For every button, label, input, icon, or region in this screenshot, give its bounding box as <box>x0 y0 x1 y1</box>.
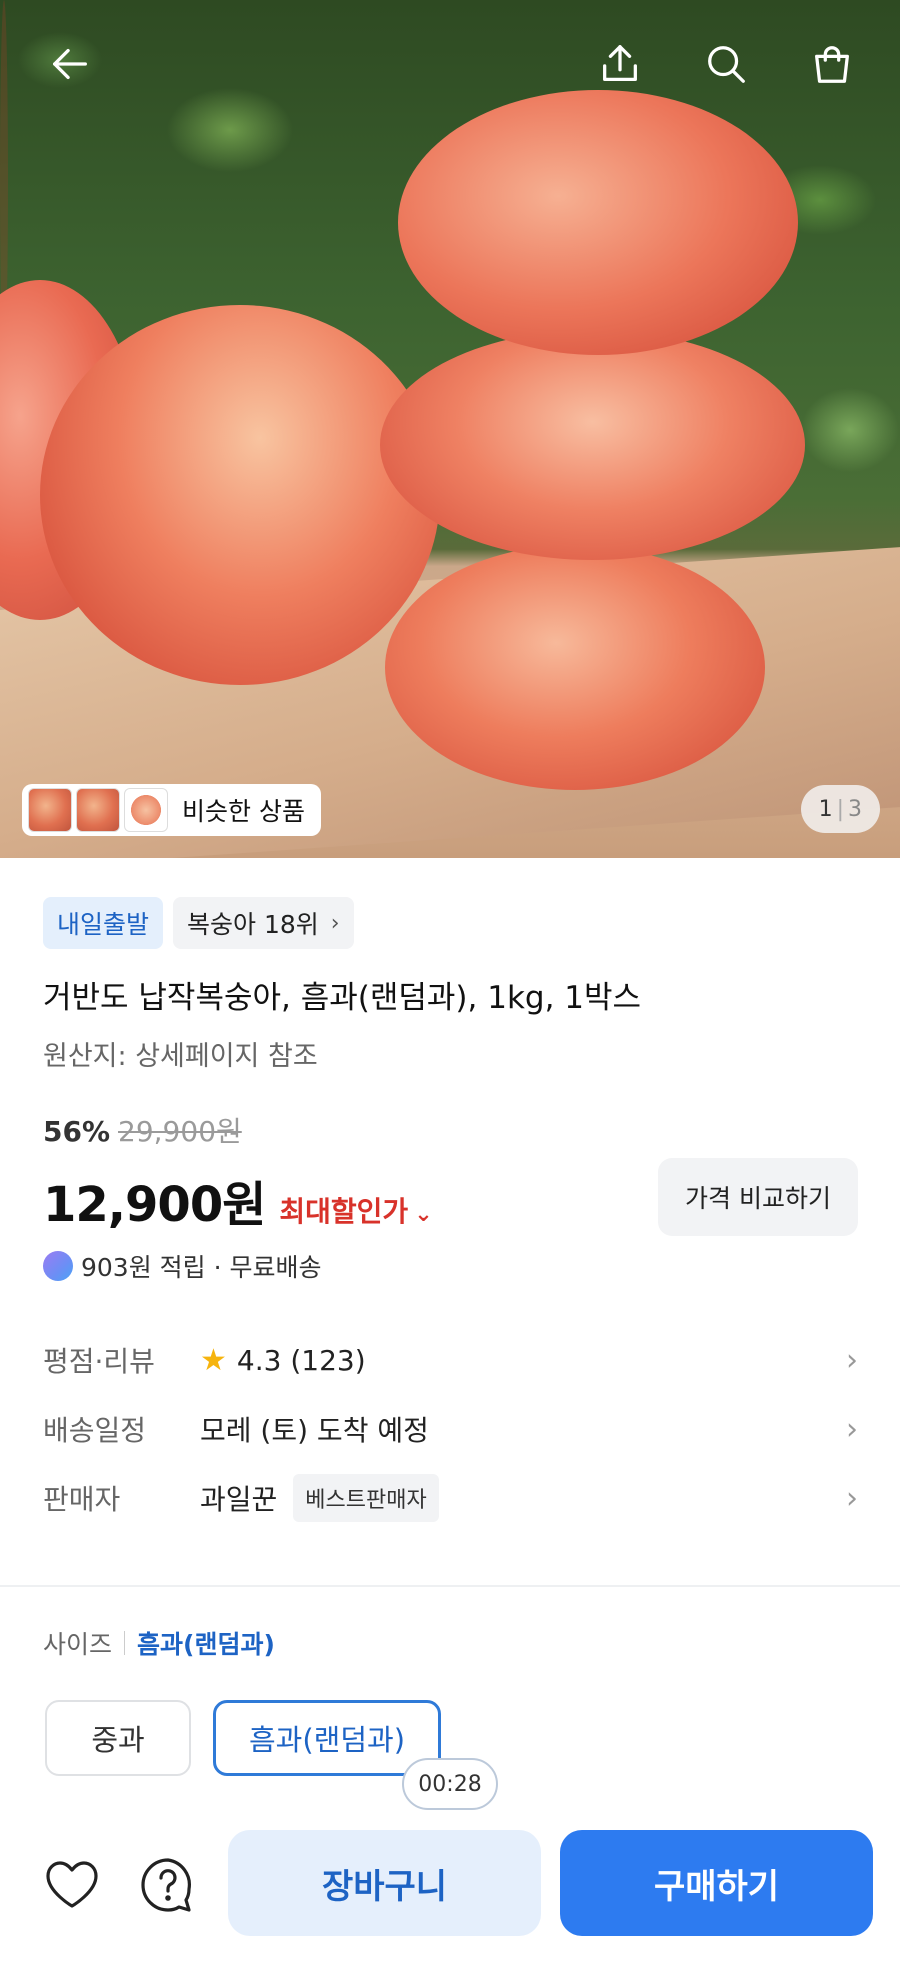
timer-badge: 00:28 <box>402 1758 498 1810</box>
compare-price-button[interactable]: 가격 비교하기 <box>658 1158 858 1236</box>
chevron-right-icon: › <box>846 1411 858 1447</box>
chevron-right-icon: › <box>330 910 340 936</box>
rank-badge[interactable]: 복숭아 18위 › <box>173 897 354 949</box>
cart-icon[interactable] <box>804 36 860 92</box>
rating-label: 평점·리뷰 <box>43 1345 155 1378</box>
product-image[interactable]: 비슷한 상품 1 | 3 <box>0 0 900 858</box>
image-counter: 1 | 3 <box>800 785 880 833</box>
rating-value: 4.3 (123) <box>236 1343 366 1377</box>
chevron-right-icon: › <box>846 1480 858 1516</box>
similar-products-button[interactable]: 비슷한 상품 <box>22 784 321 836</box>
shipping-row[interactable]: 배송일정 모레 (토) 도착 예정 › <box>43 1404 858 1454</box>
similar-products-label: 비슷한 상품 <box>182 797 305 826</box>
search-icon[interactable] <box>698 36 754 92</box>
similar-thumb <box>124 788 168 832</box>
rank-badge-label: 복숭아 18위 <box>187 910 319 939</box>
section-divider <box>0 1585 900 1587</box>
image-total: 3 <box>848 796 862 822</box>
best-seller-tag: 베스트판매자 <box>293 1474 439 1522</box>
peach <box>380 330 805 560</box>
add-to-cart-button[interactable]: 장바구니 <box>228 1830 541 1936</box>
peach <box>398 90 798 355</box>
similar-thumb <box>76 788 120 832</box>
option-medium[interactable]: 중과 <box>45 1700 191 1776</box>
star-icon: ★ <box>200 1342 227 1378</box>
best-price-label: 최대할인가 <box>279 1195 409 1228</box>
option-blemished-selected[interactable]: 흠과(랜덤과) <box>213 1700 441 1776</box>
product-title: 거반도 납작복숭아, 흠과(랜덤과), 1kg, 1박스 <box>43 980 642 1016</box>
points-text: 903원 적립 · 무료배송 <box>81 1253 322 1282</box>
peach <box>40 305 440 685</box>
size-label: 사이즈 <box>43 1630 113 1659</box>
shipping-label: 배송일정 <box>43 1414 147 1447</box>
size-selector-header: 사이즈 흠과(랜덤과) <box>43 1625 275 1661</box>
original-price: 29,900원 <box>118 1115 242 1148</box>
price-row: 12,900원 최대할인가 ⌄ <box>43 1165 433 1235</box>
peach <box>385 545 765 790</box>
chevron-right-icon: › <box>846 1342 858 1378</box>
discount-percent: 56% <box>43 1115 111 1148</box>
product-origin: 원산지: 상세페이지 참조 <box>43 1041 318 1072</box>
similar-thumb <box>28 788 72 832</box>
points-shipping: 903원 적립 · 무료배송 <box>43 1248 322 1284</box>
divider <box>124 1631 126 1655</box>
discount-row: 56% 29,900원 <box>43 1110 242 1150</box>
share-icon[interactable] <box>592 36 648 92</box>
rating-row[interactable]: 평점·리뷰 ★ 4.3 (123) › <box>43 1335 858 1385</box>
sale-price: 12,900원 <box>43 1177 266 1233</box>
points-icon <box>43 1251 73 1281</box>
buy-now-button[interactable]: 구매하기 <box>560 1830 873 1936</box>
delivery-badge-label: 내일출발 <box>57 910 150 939</box>
image-index: 1 <box>818 796 833 822</box>
chevron-down-icon: ⌄ <box>414 1202 433 1227</box>
seller-label: 판매자 <box>43 1483 121 1516</box>
seller-name: 과일꾼 <box>200 1483 278 1516</box>
back-arrow-icon[interactable] <box>42 36 98 92</box>
shipping-value: 모레 (토) 도착 예정 <box>200 1414 429 1447</box>
badge-row: 내일출발 복숭아 18위 › <box>43 897 354 949</box>
delivery-badge: 내일출발 <box>43 897 164 949</box>
question-icon[interactable] <box>138 1855 198 1915</box>
heart-icon[interactable] <box>42 1855 102 1915</box>
seller-row[interactable]: 판매자 과일꾼 베스트판매자 › <box>43 1473 858 1523</box>
selected-size: 흠과(랜덤과) <box>137 1630 275 1659</box>
best-price-dropdown[interactable]: 최대할인가 ⌄ <box>279 1190 432 1230</box>
